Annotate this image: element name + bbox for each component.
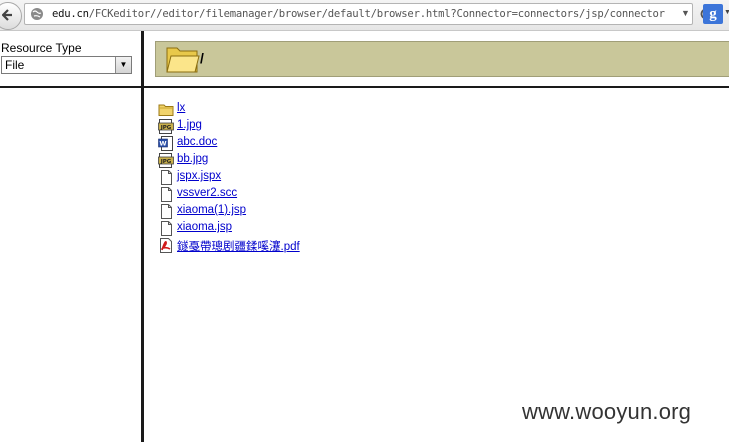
file-link[interactable]: abc.doc: [177, 136, 217, 148]
folder-icon: [158, 104, 174, 116]
file-link[interactable]: lx: [177, 102, 185, 114]
pdf-file-icon: [160, 238, 172, 253]
file-link[interactable]: 鐩戞帶璁剧疆鍒嗘瀽.pdf: [177, 238, 300, 254]
url-host: edu.cn: [52, 8, 89, 20]
resource-type-panel: Resource Type File ▼: [0, 31, 141, 88]
file-link[interactable]: jspx.jspx: [177, 170, 221, 182]
generic-file-icon: [161, 170, 172, 185]
url-dropdown-icon[interactable]: ▼: [681, 8, 690, 18]
file-link[interactable]: xiaoma(1).jsp: [177, 204, 246, 216]
current-folder-banner: /: [155, 41, 729, 77]
left-frame: Resource Type File ▼: [0, 31, 144, 442]
open-folder-icon: [166, 47, 200, 73]
svg-text:JPG: JPG: [160, 125, 172, 131]
browser-toolbar: edu.cn/FCKeditor//editor/filemanager/bro…: [0, 0, 729, 31]
jpg-file-icon: JPG: [158, 153, 174, 168]
generic-file-icon: [161, 187, 172, 202]
right-frame: / lx JPG 1.jpg W abc.doc JPG bb.jpg jspx…: [144, 31, 729, 442]
resource-type-label: Resource Type: [1, 41, 82, 55]
file-link[interactable]: 1.jpg: [177, 119, 202, 131]
back-arrow-icon: [2, 9, 12, 21]
url-text[interactable]: edu.cn/FCKeditor//editor/filemanager/bro…: [52, 8, 677, 20]
watermark: www.wooyun.org: [522, 399, 692, 424]
word-file-icon: W: [158, 136, 173, 151]
file-link[interactable]: xiaoma.jsp: [177, 221, 232, 233]
folder-header: /: [144, 31, 729, 88]
chevron-down-icon[interactable]: ▼: [115, 57, 131, 73]
current-path: /: [200, 50, 204, 66]
address-bar[interactable]: edu.cn/FCKeditor//editor/filemanager/bro…: [24, 3, 712, 25]
generic-file-icon: [161, 221, 172, 236]
resource-type-value: File: [5, 58, 25, 72]
search-engine-dropdown-icon[interactable]: ▼: [724, 9, 729, 16]
file-link[interactable]: vssver2.scc: [177, 187, 237, 199]
globe-icon: [31, 8, 43, 20]
svg-text:JPG: JPG: [160, 159, 172, 165]
jpg-file-icon: JPG: [158, 119, 174, 134]
search-engine-button[interactable]: g: [703, 4, 723, 24]
resource-type-select[interactable]: File ▼: [1, 56, 132, 74]
svg-text:W: W: [159, 140, 166, 148]
generic-file-icon: [161, 204, 172, 219]
back-button[interactable]: [0, 2, 22, 30]
url-path: /FCKeditor//editor/filemanager/browser/d…: [88, 8, 665, 20]
file-link[interactable]: bb.jpg: [177, 153, 208, 165]
